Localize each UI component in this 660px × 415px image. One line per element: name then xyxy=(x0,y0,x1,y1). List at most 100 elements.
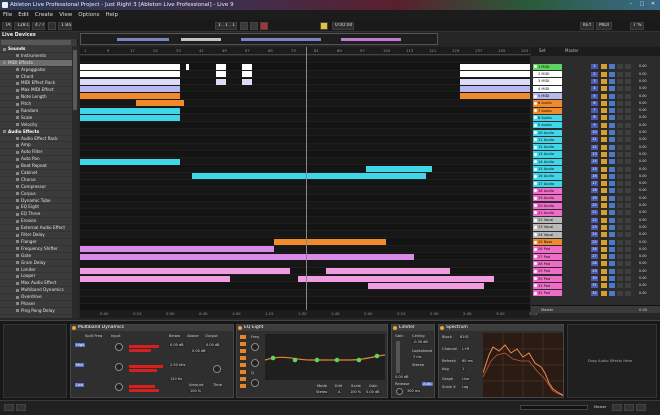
browser-item[interactable]: Max MIDI Effect xyxy=(0,87,72,95)
monitor-button[interactable] xyxy=(625,181,631,187)
solo-button[interactable] xyxy=(609,144,615,150)
band-5-toggle[interactable] xyxy=(240,363,246,367)
arm-button[interactable] xyxy=(617,86,623,92)
arm-button[interactable] xyxy=(617,173,623,179)
arrangement-clip[interactable] xyxy=(242,71,252,78)
track-name[interactable]: 11 Audio xyxy=(533,136,562,144)
track-lane[interactable] xyxy=(80,260,530,268)
arrangement-clip[interactable] xyxy=(80,71,180,78)
track-number[interactable]: 28 xyxy=(591,261,598,267)
monitor-button[interactable] xyxy=(625,78,631,84)
track-header[interactable]: 26 Pad 26 0.00 xyxy=(531,246,660,253)
channel-value[interactable]: L+R xyxy=(461,347,471,351)
track-volume[interactable]: 0.00 xyxy=(639,291,653,296)
browser-item[interactable]: Chorus xyxy=(0,177,72,184)
track-header[interactable]: 10 Audio 10 0.00 xyxy=(531,129,660,136)
track-header[interactable]: 24 Vocal 24 0.00 xyxy=(531,231,660,238)
gain-slider[interactable] xyxy=(396,341,400,373)
high-band-button[interactable]: High xyxy=(75,343,86,347)
track-activator-icon[interactable] xyxy=(534,167,537,171)
mute-button[interactable] xyxy=(601,93,607,99)
track-header[interactable]: 4 MIDI 4 0.00 xyxy=(531,85,660,92)
solo-button[interactable] xyxy=(609,71,615,77)
arm-button[interactable] xyxy=(617,151,623,157)
track-lane[interactable] xyxy=(80,56,530,64)
monitor-button[interactable] xyxy=(625,173,631,179)
track-volume[interactable]: 0.00 xyxy=(639,123,653,128)
mute-button[interactable] xyxy=(601,254,607,260)
browser-item[interactable]: Dynamic Tube xyxy=(0,198,72,205)
arm-button[interactable] xyxy=(617,159,623,165)
track-activator-icon[interactable] xyxy=(534,94,537,98)
q-knob[interactable] xyxy=(251,379,259,387)
track-activator-icon[interactable] xyxy=(534,255,537,259)
track-number[interactable]: 17 xyxy=(591,181,598,187)
track-header[interactable]: 8 Audio 8 0.00 xyxy=(531,114,660,122)
monitor-button[interactable] xyxy=(625,224,631,230)
solo-button[interactable] xyxy=(609,188,615,194)
arm-button[interactable] xyxy=(617,246,623,252)
band-4-toggle[interactable] xyxy=(240,356,246,360)
browser-item[interactable]: Phaser xyxy=(0,301,72,308)
mute-button[interactable] xyxy=(601,159,607,165)
track-volume[interactable]: 0.00 xyxy=(639,79,653,84)
track-lane[interactable] xyxy=(80,289,530,297)
track-number[interactable]: 3 xyxy=(591,78,598,84)
track-name[interactable]: 28 Pad xyxy=(533,260,562,268)
track-number[interactable]: 8 xyxy=(591,115,598,121)
arrangement-clip[interactable] xyxy=(80,107,180,114)
master-volume[interactable]: 0.00 xyxy=(639,308,647,312)
browser-item[interactable]: Sounds xyxy=(0,46,72,53)
track-volume[interactable]: 0.00 xyxy=(639,283,653,288)
track-volume[interactable]: 0.00 xyxy=(639,137,653,142)
mute-button[interactable] xyxy=(601,64,607,70)
arrangement-clip[interactable] xyxy=(274,239,386,246)
track-header[interactable]: 14 Audio 14 0.00 xyxy=(531,158,660,165)
mute-button[interactable] xyxy=(601,261,607,267)
browser-item[interactable]: Random xyxy=(0,108,72,115)
playhead[interactable] xyxy=(306,47,307,310)
track-name[interactable]: 1 MIDI xyxy=(533,63,562,71)
browser-item[interactable]: Frequency Shifter xyxy=(0,246,72,253)
arrangement-clip[interactable] xyxy=(460,63,530,70)
arrangement-clip[interactable] xyxy=(80,115,180,121)
block-value[interactable]: 8192 xyxy=(459,335,470,339)
time-field[interactable]: 0:00:00 xyxy=(332,22,354,30)
record-button[interactable] xyxy=(260,22,268,30)
mute-button[interactable] xyxy=(601,188,607,194)
track-volume[interactable]: 0.00 xyxy=(639,261,653,266)
browser-item[interactable]: Auto Filter xyxy=(0,149,72,157)
track-activator-icon[interactable] xyxy=(534,87,537,91)
beat-ruler[interactable]: 1 9 17 25 33 41 49 57 65 73 81 89 97 105 113 121 129 137 1… xyxy=(80,47,530,55)
solo-button[interactable] xyxy=(609,195,615,201)
monitor-button[interactable] xyxy=(625,130,631,135)
track-lane[interactable] xyxy=(80,216,530,224)
monitor-button[interactable] xyxy=(625,100,631,106)
track-activator-icon[interactable] xyxy=(534,247,537,251)
monitor-button[interactable] xyxy=(625,210,631,216)
track-lane[interactable] xyxy=(80,143,530,151)
arm-button[interactable] xyxy=(617,108,623,114)
layout-button[interactable] xyxy=(636,404,646,411)
monitor-button[interactable] xyxy=(625,115,631,121)
mute-button[interactable] xyxy=(601,137,607,143)
band-3-toggle[interactable] xyxy=(240,349,246,353)
arm-button[interactable] xyxy=(617,210,623,216)
arrangement-clip[interactable] xyxy=(366,166,432,173)
arrangement-clip[interactable] xyxy=(460,85,530,92)
arm-button[interactable] xyxy=(617,137,623,143)
monitor-button[interactable] xyxy=(625,144,631,150)
mute-button[interactable] xyxy=(601,268,607,274)
monitor-button[interactable] xyxy=(625,283,631,289)
track-activator-icon[interactable] xyxy=(534,152,537,156)
track-header[interactable]: 7 Audio 7 0.00 xyxy=(531,107,660,114)
track-name[interactable]: 12 Audio xyxy=(533,144,562,151)
track-header[interactable]: 27 Pad 27 0.00 xyxy=(531,253,660,260)
track-volume[interactable]: 0.00 xyxy=(639,167,653,172)
track-lane[interactable] xyxy=(80,180,530,188)
monitor-button[interactable] xyxy=(625,93,631,99)
output-value[interactable]: 0.00 dB xyxy=(205,343,221,347)
track-header[interactable]: 31 Pad 31 0.00 xyxy=(531,282,660,290)
mute-button[interactable] xyxy=(601,100,607,106)
track-name[interactable]: 2 MIDI xyxy=(533,71,562,78)
